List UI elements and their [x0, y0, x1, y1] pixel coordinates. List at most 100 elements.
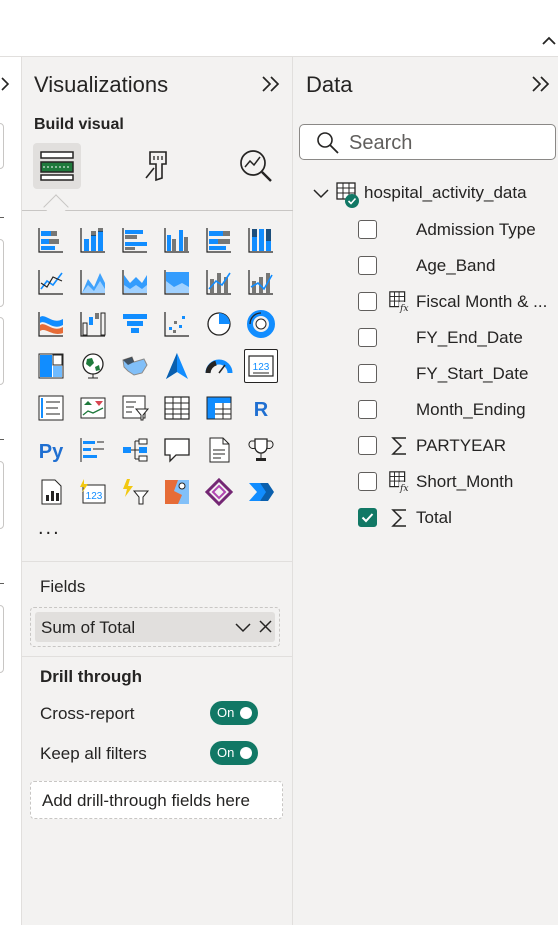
- filters-pane-collapsed: [0, 57, 22, 925]
- donut-chart-icon[interactable]: [244, 307, 278, 341]
- check-icon: [361, 513, 374, 523]
- close-icon[interactable]: [259, 620, 272, 638]
- chevron-down-icon[interactable]: [312, 187, 330, 205]
- analytics-tab[interactable]: [232, 143, 280, 189]
- stacked-area-chart-icon[interactable]: [118, 265, 152, 299]
- field-row[interactable]: Total: [358, 503, 558, 533]
- field-checkbox[interactable]: [358, 472, 377, 491]
- drill-through-placeholder: Add drill-through fields here: [42, 791, 250, 810]
- divider: [0, 217, 4, 218]
- filter-card-stub[interactable]: [0, 605, 4, 673]
- svg-text:fx: fx: [399, 303, 409, 314]
- cross-report-toggle[interactable]: On: [210, 701, 258, 725]
- 100-stacked-area-chart-icon[interactable]: [160, 265, 194, 299]
- toggle-state-label: On: [217, 705, 235, 720]
- stacked-bar-chart-icon[interactable]: [34, 223, 68, 257]
- filter-card-stub[interactable]: [0, 317, 4, 385]
- fields-well[interactable]: Sum of Total: [30, 607, 280, 647]
- analytics-icon: [240, 150, 272, 182]
- field-row[interactable]: Admission Type: [358, 215, 558, 245]
- gauge-icon[interactable]: [202, 349, 236, 383]
- chevron-up-icon[interactable]: [542, 33, 556, 51]
- power-apps-icon[interactable]: [202, 475, 236, 509]
- collapse-data-icon[interactable]: [530, 75, 552, 98]
- field-row[interactable]: Month_Ending: [358, 395, 558, 425]
- clustered-column-chart-icon[interactable]: [160, 223, 194, 257]
- slicer-icon[interactable]: [118, 391, 152, 425]
- drill-through-label: Drill through: [40, 667, 142, 686]
- field-row[interactable]: fx Fiscal Month & ...: [358, 287, 558, 317]
- more-visuals-button[interactable]: ...: [38, 517, 61, 540]
- azure-map-icon[interactable]: [160, 349, 194, 383]
- qa-visual-icon[interactable]: [160, 433, 194, 467]
- pie-chart-icon[interactable]: [202, 307, 236, 341]
- filter-card-stub[interactable]: [0, 461, 4, 529]
- 100-stacked-column-chart-icon[interactable]: [244, 223, 278, 257]
- ribbon-chart-icon[interactable]: [34, 307, 68, 341]
- field-pill[interactable]: Sum of Total: [35, 612, 275, 642]
- power-automate-flow-icon[interactable]: [244, 475, 278, 509]
- filter-card-stub[interactable]: [0, 239, 4, 307]
- field-checkbox[interactable]: [358, 328, 377, 347]
- selected-tab-caret: [43, 194, 69, 220]
- expand-filters-icon[interactable]: [0, 76, 10, 97]
- stacked-column-chart-icon[interactable]: [76, 223, 110, 257]
- line-stacked-column-icon[interactable]: [244, 265, 278, 299]
- table-icon: [336, 181, 362, 214]
- field-row[interactable]: PARTYEAR: [358, 431, 558, 461]
- field-checkbox[interactable]: [358, 508, 377, 527]
- area-chart-icon[interactable]: [76, 265, 110, 299]
- filled-map-icon[interactable]: [118, 349, 152, 383]
- treemap-icon[interactable]: [34, 349, 68, 383]
- keep-all-filters-label: Keep all filters: [40, 744, 147, 763]
- paginated-report-icon[interactable]: [34, 475, 68, 509]
- field-row[interactable]: fx Short_Month: [358, 467, 558, 497]
- table-node[interactable]: hospital_activity_data: [312, 179, 558, 209]
- multi-row-card-icon[interactable]: [34, 391, 68, 425]
- search-input[interactable]: Search: [299, 124, 556, 160]
- build-visual-tab[interactable]: [33, 143, 81, 189]
- field-checkbox[interactable]: [358, 436, 377, 455]
- python-visual-icon[interactable]: Py: [34, 433, 68, 467]
- funnel-chart-icon[interactable]: [118, 307, 152, 341]
- power-automate-icon[interactable]: [118, 475, 152, 509]
- matrix-icon[interactable]: [202, 391, 236, 425]
- field-row[interactable]: FY_Start_Date: [358, 359, 558, 389]
- filter-card-stub[interactable]: [0, 123, 4, 169]
- 100-stacked-bar-chart-icon[interactable]: [202, 223, 236, 257]
- clustered-bar-chart-icon[interactable]: [118, 223, 152, 257]
- format-visual-tab[interactable]: [134, 143, 182, 189]
- line-clustered-column-icon[interactable]: [202, 265, 236, 299]
- decomposition-tree-icon[interactable]: [118, 433, 152, 467]
- field-checkbox[interactable]: [358, 364, 377, 383]
- drill-through-well[interactable]: Add drill-through fields here: [30, 781, 283, 819]
- power-apps-card-icon[interactable]: 123: [76, 475, 110, 509]
- chevron-down-icon[interactable]: [235, 621, 251, 639]
- field-checkbox[interactable]: [358, 220, 377, 239]
- scatter-chart-icon[interactable]: [160, 307, 194, 341]
- smart-narrative-icon[interactable]: [202, 433, 236, 467]
- line-chart-icon[interactable]: [34, 265, 68, 299]
- field-row[interactable]: Age_Band: [358, 251, 558, 281]
- field-row[interactable]: FY_End_Date: [358, 323, 558, 353]
- field-checkbox[interactable]: [358, 292, 377, 311]
- kpi-icon[interactable]: [76, 391, 110, 425]
- metrics-trophy-icon[interactable]: [244, 433, 278, 467]
- keep-all-filters-toggle[interactable]: On: [210, 741, 258, 765]
- map-icon[interactable]: [76, 349, 110, 383]
- table-icon[interactable]: [160, 391, 194, 425]
- arcgis-map-icon[interactable]: [160, 475, 194, 509]
- data-title: Data: [306, 72, 353, 97]
- key-influencers-icon[interactable]: [76, 433, 110, 467]
- field-checkbox[interactable]: [358, 400, 377, 419]
- svg-text:123: 123: [253, 362, 270, 373]
- collapse-visualizations-icon[interactable]: [260, 75, 282, 98]
- build-visual-label: Build visual: [34, 116, 124, 133]
- r-script-visual-icon[interactable]: R: [244, 391, 278, 425]
- field-name: Admission Type: [416, 220, 536, 239]
- waterfall-chart-icon[interactable]: [76, 307, 110, 341]
- sigma-icon: [388, 506, 412, 530]
- paintbrush-icon: [145, 151, 167, 182]
- card-icon[interactable]: 123: [244, 349, 278, 383]
- field-checkbox[interactable]: [358, 256, 377, 275]
